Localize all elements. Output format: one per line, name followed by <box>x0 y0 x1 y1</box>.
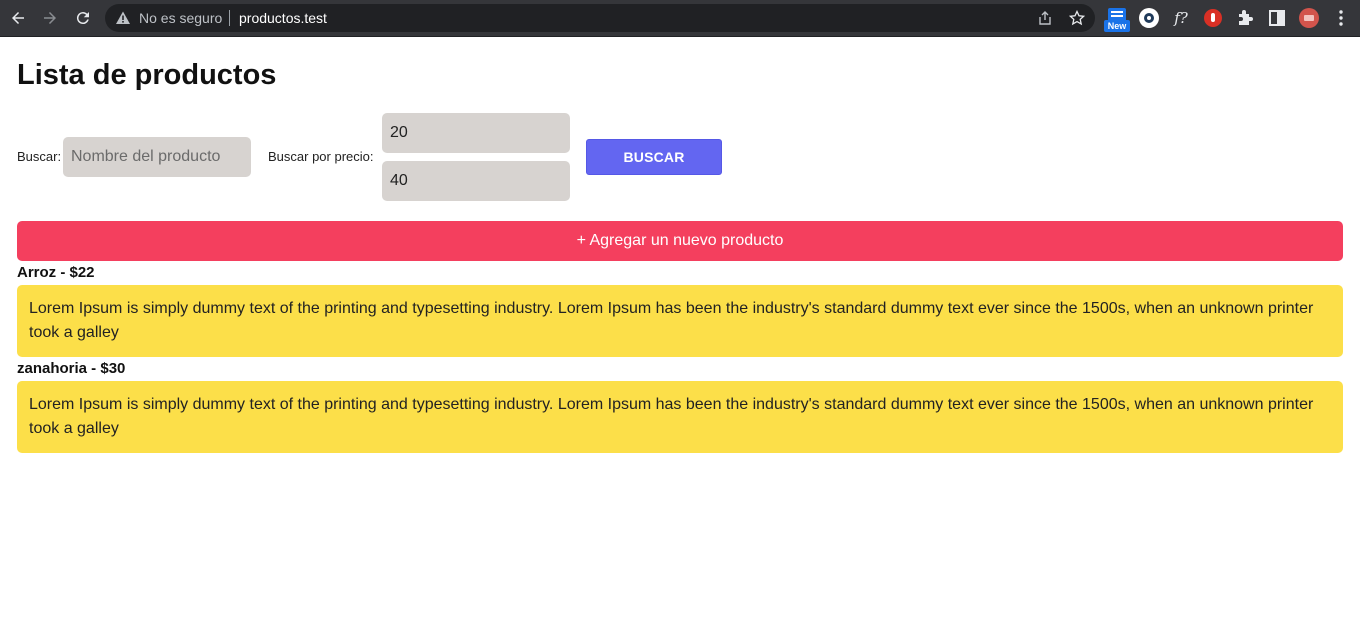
browser-toolbar: No es seguro productos.test New f? <box>0 0 1360 37</box>
share-icon[interactable] <box>1037 10 1053 26</box>
browser-menu-button[interactable] <box>1330 7 1352 29</box>
product-description: Lorem Ipsum is simply dummy text of the … <box>17 285 1343 357</box>
puzzle-icon <box>1239 10 1253 25</box>
new-badge: New <box>1104 20 1130 32</box>
warning-icon <box>116 11 130 24</box>
search-name-input[interactable] <box>63 137 251 177</box>
omnibox-divider <box>229 10 230 26</box>
side-panel-icon <box>1269 10 1285 26</box>
search-price-label: Buscar por precio: <box>268 149 374 164</box>
security-status[interactable]: No es seguro <box>139 10 222 26</box>
extension-stop-button[interactable] <box>1202 7 1224 29</box>
product-heading: zanahoria - $30 <box>17 360 126 377</box>
search-button[interactable]: BUSCAR <box>586 139 722 175</box>
extensions-menu-button[interactable] <box>1234 7 1256 29</box>
reload-button[interactable] <box>71 6 95 30</box>
extension-circle-icon <box>1139 8 1159 28</box>
product-heading: Arroz - $22 <box>17 264 95 281</box>
url-text[interactable]: productos.test <box>239 10 327 26</box>
search-name-label: Buscar: <box>17 149 62 164</box>
back-arrow-icon <box>12 12 24 24</box>
extension-circle-button[interactable] <box>1138 7 1160 29</box>
reload-icon <box>76 12 89 25</box>
add-product-button[interactable]: + Agregar un nuevo producto <box>17 221 1343 261</box>
bookmark-star-icon[interactable] <box>1069 10 1085 26</box>
back-button[interactable] <box>6 6 30 30</box>
price-max-input[interactable] <box>382 161 570 201</box>
profile-avatar[interactable] <box>1298 7 1320 29</box>
hand-stop-icon <box>1204 9 1222 27</box>
kebab-menu-icon <box>1339 10 1343 26</box>
address-bar[interactable]: No es seguro productos.test <box>105 4 1095 32</box>
side-panel-button[interactable] <box>1266 7 1288 29</box>
product-description: Lorem Ipsum is simply dummy text of the … <box>17 381 1343 453</box>
page-title: Lista de productos <box>17 59 277 91</box>
price-min-input[interactable] <box>382 113 570 153</box>
forward-button[interactable] <box>38 6 62 30</box>
avatar-icon <box>1299 8 1319 28</box>
extension-fx-button[interactable]: f? <box>1170 7 1192 29</box>
forward-arrow-icon <box>44 12 56 24</box>
